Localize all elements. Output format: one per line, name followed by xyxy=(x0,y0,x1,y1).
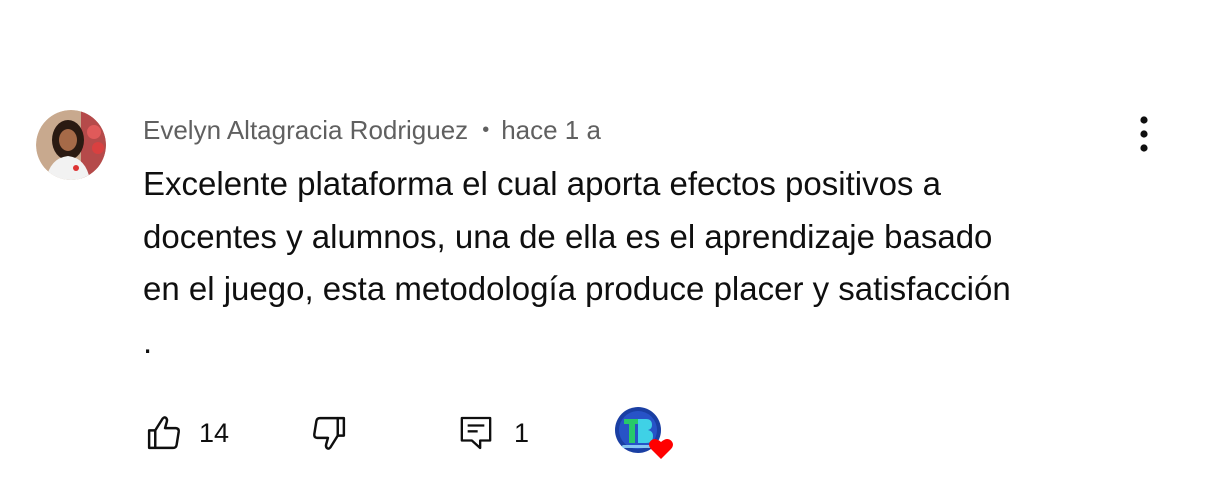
comment-text-line: . xyxy=(143,322,153,360)
reply-count: 1 xyxy=(514,417,530,448)
comment-timestamp[interactable]: hace 1 a xyxy=(501,115,601,146)
creator-avatar-with-heart-icon xyxy=(615,407,673,459)
creator-heart-badge xyxy=(614,405,678,461)
author-avatar[interactable] xyxy=(36,110,106,180)
comment-text-line: Excelente plataforma el cual aporta efec… xyxy=(143,165,941,202)
like-count: 14 xyxy=(199,417,230,448)
comment-thread: Evelyn Altagracia Rodriguez • hace 1 a E… xyxy=(0,0,1215,489)
reply-comment-bubble-icon[interactable] xyxy=(456,412,496,454)
comment-text-line: en el juego, esta metodología produce pl… xyxy=(143,270,1011,307)
dislike-button-thumbs-down-icon[interactable] xyxy=(308,412,350,454)
reply-action: 1 xyxy=(456,405,529,461)
meta-separator: • xyxy=(482,118,490,141)
comment-text-line: docentes y alumnos, una de ella es el ap… xyxy=(143,217,993,255)
author-name[interactable]: Evelyn Altagracia Rodriguez xyxy=(143,115,468,146)
comment-header: Evelyn Altagracia Rodriguez • hace 1 a xyxy=(143,112,601,148)
dislike-action xyxy=(308,405,350,461)
comment-action-bar: 14 1 xyxy=(0,405,1215,461)
like-button-thumbs-up-icon[interactable] xyxy=(143,412,185,454)
author-avatar-image xyxy=(36,110,106,180)
like-action: 14 xyxy=(143,405,229,461)
more-actions-menu-button[interactable] xyxy=(1128,114,1160,154)
comment-text: Excelente plataforma el cual aporta efec… xyxy=(143,158,1143,368)
three-dots-vertical-icon xyxy=(1140,116,1148,152)
